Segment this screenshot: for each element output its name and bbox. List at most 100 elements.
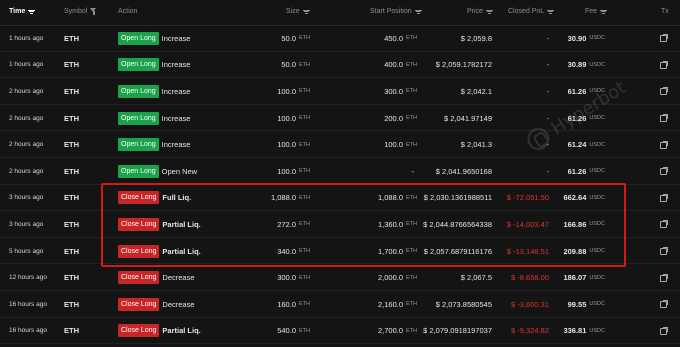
close-long-badge: Close Long bbox=[118, 324, 160, 338]
action-type: Full Liq. bbox=[162, 193, 192, 203]
tx-cell bbox=[660, 158, 668, 185]
time-cell: 2 hours ago bbox=[9, 114, 44, 122]
tx-cell bbox=[660, 264, 668, 291]
header-start-position[interactable]: Start Position bbox=[370, 8, 422, 15]
time-cell: 16 hours ago bbox=[9, 327, 47, 335]
external-link-icon[interactable] bbox=[660, 60, 668, 69]
external-link-icon[interactable] bbox=[660, 87, 668, 96]
start-position-cell: 400.0 ETH bbox=[384, 60, 417, 70]
tx-cell bbox=[660, 211, 668, 238]
table-row: 5 hours ago ETH Close Long Partial Liq. 340.… bbox=[0, 238, 680, 265]
table-row: 16 hours ago ETH Close Long Decrease 160.0 ET… bbox=[0, 291, 680, 318]
start-position-cell: 300.0 ETH bbox=[384, 86, 417, 96]
sort-icon[interactable] bbox=[28, 9, 36, 15]
symbol-cell: ETH bbox=[64, 86, 79, 96]
tx-cell bbox=[660, 131, 668, 158]
price-cell: $ 2,079.0918197037 bbox=[423, 326, 492, 336]
size-cell: 100.0 ETH bbox=[277, 140, 310, 150]
header-symbol[interactable]: Symbol bbox=[64, 8, 97, 15]
action-cell: Close Long Partial Liq. bbox=[118, 211, 201, 238]
table-row: 2 hours ago ETH Open Long Increase 100.0 ETH 1… bbox=[0, 131, 680, 158]
price-cell: $ 2,042.1 bbox=[460, 86, 492, 96]
start-position-cell: 2,000.0 ETH bbox=[377, 273, 417, 283]
tx-cell bbox=[660, 78, 668, 105]
action-type: Increase bbox=[161, 140, 191, 150]
closed-pnl-cell: - bbox=[546, 140, 550, 150]
action-type: Increase bbox=[161, 33, 191, 43]
action-type: Increase bbox=[161, 113, 191, 123]
header-size[interactable]: Size bbox=[286, 8, 310, 15]
start-position-cell: 1,360.0 ETH bbox=[377, 219, 417, 229]
fee-cell: 209.88 USDC bbox=[563, 246, 605, 256]
start-position-cell: 450.0 ETH bbox=[384, 33, 417, 43]
price-cell: $ 2,044.8766564338 bbox=[423, 219, 492, 229]
closed-pnl-cell: - bbox=[546, 60, 550, 70]
external-link-icon[interactable] bbox=[660, 167, 668, 176]
sort-icon[interactable] bbox=[547, 9, 555, 15]
open-long-badge: Open Long bbox=[118, 138, 159, 152]
size-cell: 100.0 ETH bbox=[277, 86, 310, 96]
table-row: 3 hours ago ETH Close Long Full Liq. 1,088.0… bbox=[0, 185, 680, 212]
tx-cell bbox=[660, 238, 668, 265]
fee-cell: 30.90 USDC bbox=[567, 33, 605, 43]
symbol-cell: ETH bbox=[64, 140, 79, 150]
open-long-badge: Open Long bbox=[118, 31, 159, 45]
fee-cell: 166.86 USDC bbox=[563, 219, 605, 229]
start-position-cell: 2,160.0 ETH bbox=[377, 299, 417, 309]
sort-icon[interactable] bbox=[600, 9, 608, 15]
external-link-icon[interactable] bbox=[660, 247, 668, 256]
close-long-badge: Close Long bbox=[118, 191, 160, 205]
table-row: 1 hours ago ETH Open Long Increase 50.0 ETH 45… bbox=[0, 25, 680, 52]
closed-pnl-cell: - bbox=[546, 33, 550, 43]
fee-cell: 61.24 USDC bbox=[567, 140, 605, 150]
external-link-icon[interactable] bbox=[660, 300, 668, 309]
symbol-cell: ETH bbox=[64, 60, 79, 70]
header-time[interactable]: Time bbox=[9, 8, 36, 15]
closed-pnl-cell: $ -14,003.47 bbox=[506, 219, 549, 229]
action-cell: Close Long Partial Liq. bbox=[118, 238, 201, 265]
symbol-cell: ETH bbox=[64, 246, 79, 256]
start-position-cell: 1,088.0 ETH bbox=[377, 193, 417, 203]
time-cell: 16 hours ago bbox=[9, 300, 47, 308]
symbol-cell: ETH bbox=[64, 193, 79, 203]
price-cell: $ 2,030.1361988511 bbox=[423, 193, 492, 203]
action-cell: Open Long Increase bbox=[118, 105, 190, 132]
price-cell: $ 2,041.3 bbox=[460, 140, 492, 150]
external-link-icon[interactable] bbox=[660, 273, 668, 282]
fee-cell: 30.89 USDC bbox=[567, 60, 605, 70]
action-cell: Open Long Increase bbox=[118, 131, 190, 158]
external-link-icon[interactable] bbox=[660, 326, 668, 335]
fee-cell: 61.26 USDC bbox=[567, 113, 605, 123]
tx-cell bbox=[660, 291, 668, 318]
filter-icon[interactable] bbox=[90, 8, 97, 15]
sort-icon[interactable] bbox=[302, 9, 310, 15]
start-position-cell: 200.0 ETH bbox=[384, 113, 417, 123]
size-cell: 540.0 ETH bbox=[277, 326, 310, 336]
tx-cell bbox=[660, 52, 668, 79]
external-link-icon[interactable] bbox=[660, 114, 668, 123]
external-link-icon[interactable] bbox=[660, 220, 668, 229]
header-price[interactable]: Price bbox=[467, 8, 493, 15]
fee-cell: 61.26 USDC bbox=[567, 166, 605, 176]
sort-icon[interactable] bbox=[485, 9, 493, 15]
time-cell: 1 hours ago bbox=[9, 61, 44, 69]
fee-cell: 61.26 USDC bbox=[567, 86, 605, 96]
closed-pnl-cell: - bbox=[546, 113, 550, 123]
header-fee[interactable]: Fee bbox=[585, 8, 608, 15]
size-cell: 340.0 ETH bbox=[277, 246, 310, 256]
header-closed-pnl[interactable]: Closed PnL bbox=[508, 8, 555, 15]
time-cell: 12 hours ago bbox=[9, 274, 47, 282]
size-cell: 50.0 ETH bbox=[281, 33, 310, 43]
time-cell: 3 hours ago bbox=[9, 194, 44, 202]
action-cell: Open Long Open New bbox=[118, 158, 197, 185]
external-link-icon[interactable] bbox=[660, 193, 668, 202]
action-type: Decrease bbox=[162, 273, 195, 283]
sort-icon[interactable] bbox=[414, 9, 422, 15]
price-cell: $ 2,067.5 bbox=[460, 273, 492, 283]
fee-cell: 186.07 USDC bbox=[563, 273, 605, 283]
external-link-icon[interactable] bbox=[660, 140, 668, 149]
external-link-icon[interactable] bbox=[660, 34, 668, 43]
time-cell: 2 hours ago bbox=[9, 87, 44, 95]
action-type: Decrease bbox=[162, 299, 195, 309]
tx-cell bbox=[660, 185, 668, 212]
